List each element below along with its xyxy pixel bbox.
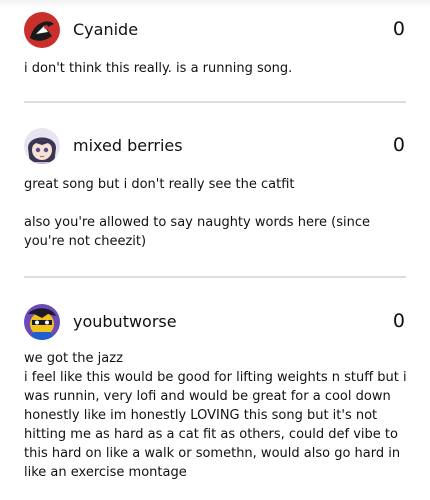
comment-card: Cyanide 0 i don't think this really. is … <box>0 10 430 76</box>
username[interactable]: Cyanide <box>73 19 138 41</box>
divider <box>24 101 406 103</box>
comment-paragraph: great song but i don't really see the ca… <box>24 177 295 192</box>
username[interactable]: youbutworse <box>73 311 177 333</box>
anime-girl-avatar-icon[interactable] <box>24 128 60 164</box>
vote-score: 0 <box>392 134 405 156</box>
vote-score: 0 <box>392 310 405 332</box>
yellow-character-avatar-icon[interactable] <box>24 304 60 340</box>
comment-paragraph: also you're allowed to say naughty words… <box>24 215 370 249</box>
comment-header: youbutworse 0 <box>0 302 430 342</box>
cyanide-avatar-icon[interactable] <box>24 12 60 48</box>
username[interactable]: mixed berries <box>73 135 183 157</box>
comment-header: mixed berries 0 <box>0 126 430 166</box>
comment-card: youbutworse 0 we got the jazz i feel lik… <box>0 302 430 480</box>
comment-paragraph: we got the jazz i feel like this would b… <box>24 351 407 480</box>
comment-paragraph: i don't think this really. is a running … <box>24 61 293 76</box>
comment-header: Cyanide 0 <box>0 10 430 50</box>
comment-card: mixed berries 0 great song but i don't r… <box>0 126 430 249</box>
top-fade <box>0 0 430 8</box>
vote-score: 0 <box>392 18 405 40</box>
comment-body: we got the jazz i feel like this would b… <box>24 349 414 482</box>
comment-body: great song but i don't really see the ca… <box>24 175 414 251</box>
divider <box>24 276 406 278</box>
comment-body: i don't think this really. is a running … <box>24 59 414 78</box>
